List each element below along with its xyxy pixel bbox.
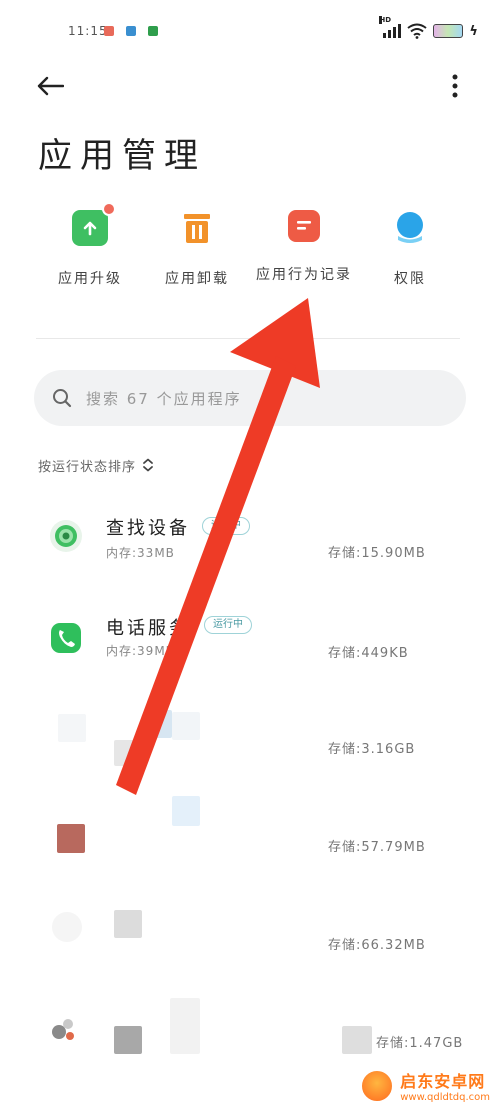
watermark-url: www.qdldtdq.com [400,1092,490,1103]
list-item[interactable]: 存储:3.16GB [0,700,500,796]
battery-icon [433,24,464,38]
quick-action-behavior-record[interactable]: 应用行为记录 [249,210,359,284]
blurred-app-name [114,740,142,766]
divider [36,338,460,339]
quick-action-label: 应用卸载 [165,271,229,287]
blurred-app-name [146,710,172,738]
app-storage: 存储:1.47GB [376,1036,464,1051]
blurred-app-icon [52,912,82,942]
watermark-text: 启东安卓网 www.qdldtdq.com [400,1068,490,1103]
status-indicators: HD ϟ [379,16,478,42]
quick-action-upgrade[interactable]: 应用升级 [35,202,145,288]
quick-action-uninstall[interactable]: 应用卸载 [142,210,252,288]
app-icon [52,1019,74,1040]
wifi-icon [407,23,428,39]
phone-service-icon [51,623,81,653]
status-badge: 运行中 [204,616,252,634]
blurred-app-name [170,998,200,1054]
sort-chevron-icon [143,458,153,472]
search-placeholder: 搜索 67 个应用程序 [86,389,242,408]
status-time: 11:15 [68,24,108,38]
app-storage: 存储:449KB [328,646,409,661]
app-memory: 内存:39MB [106,644,175,658]
trash-icon [179,210,215,246]
blurred-app-name [114,910,142,938]
page-title: 应用管理 [38,136,206,176]
list-item[interactable]: 查找设备 运行中 内存:33MB 存储:15.90MB [0,500,500,596]
sort-label: 按运行状态排序 [38,459,137,475]
notification-icon [104,26,114,36]
network-label: HD [379,16,392,24]
watermark: 启东安卓网 www.qdldtdq.com [360,1068,490,1103]
list-item[interactable]: 存储:66.32MB [0,890,500,986]
notification-icon [126,26,136,36]
watermark-logo [360,1068,395,1103]
app-storage: 存储:57.79MB [328,840,426,855]
app-storage: 存储:15.90MB [328,546,426,561]
quick-action-label: 应用行为记录 [256,267,352,283]
blurred-app-icon [58,714,86,742]
back-button[interactable] [30,68,70,104]
shield-icon [392,210,428,246]
more-vertical-icon [452,74,458,98]
find-device-icon [50,520,82,552]
notification-icon [148,26,158,36]
record-icon [288,210,320,242]
signal-icon: HD [379,16,402,38]
status-bar: 11:15 HD ϟ [0,0,500,64]
app-memory: 内存:33MB [106,546,175,560]
app-storage: 存储:66.32MB [328,938,426,953]
quick-action-label: 权限 [394,271,426,287]
sort-dropdown[interactable]: 按运行状态排序 [38,454,154,476]
list-item[interactable]: 存储:57.79MB [0,794,500,890]
blurred-app-name [172,712,200,740]
more-options-button[interactable] [440,68,470,104]
update-badge [102,202,116,216]
app-name: 电话服务 [106,618,190,639]
blurred-app-name [172,796,200,826]
quick-action-permissions[interactable]: 权限 [355,210,465,288]
app-name: 查找设备 [106,518,190,539]
upgrade-icon [72,202,116,246]
blurred-storage [342,1026,372,1054]
quick-action-label: 应用升级 [58,271,122,287]
watermark-name: 启东安卓网 [400,1072,486,1091]
blurred-app-name [114,1026,142,1054]
back-arrow-icon [37,76,64,96]
list-item[interactable]: 电话服务 运行中 内存:39MB 存储:449KB [0,602,500,698]
quick-actions: 应用升级 应用卸载 应用行为记录 权限 [20,202,480,310]
status-badge: 运行中 [202,517,250,535]
app-storage: 存储:3.16GB [328,742,416,757]
blurred-app-icon [57,824,85,853]
charging-icon: ϟ [469,23,478,39]
search-input[interactable]: 搜索 67 个应用程序 [34,370,466,426]
search-icon [53,389,72,408]
